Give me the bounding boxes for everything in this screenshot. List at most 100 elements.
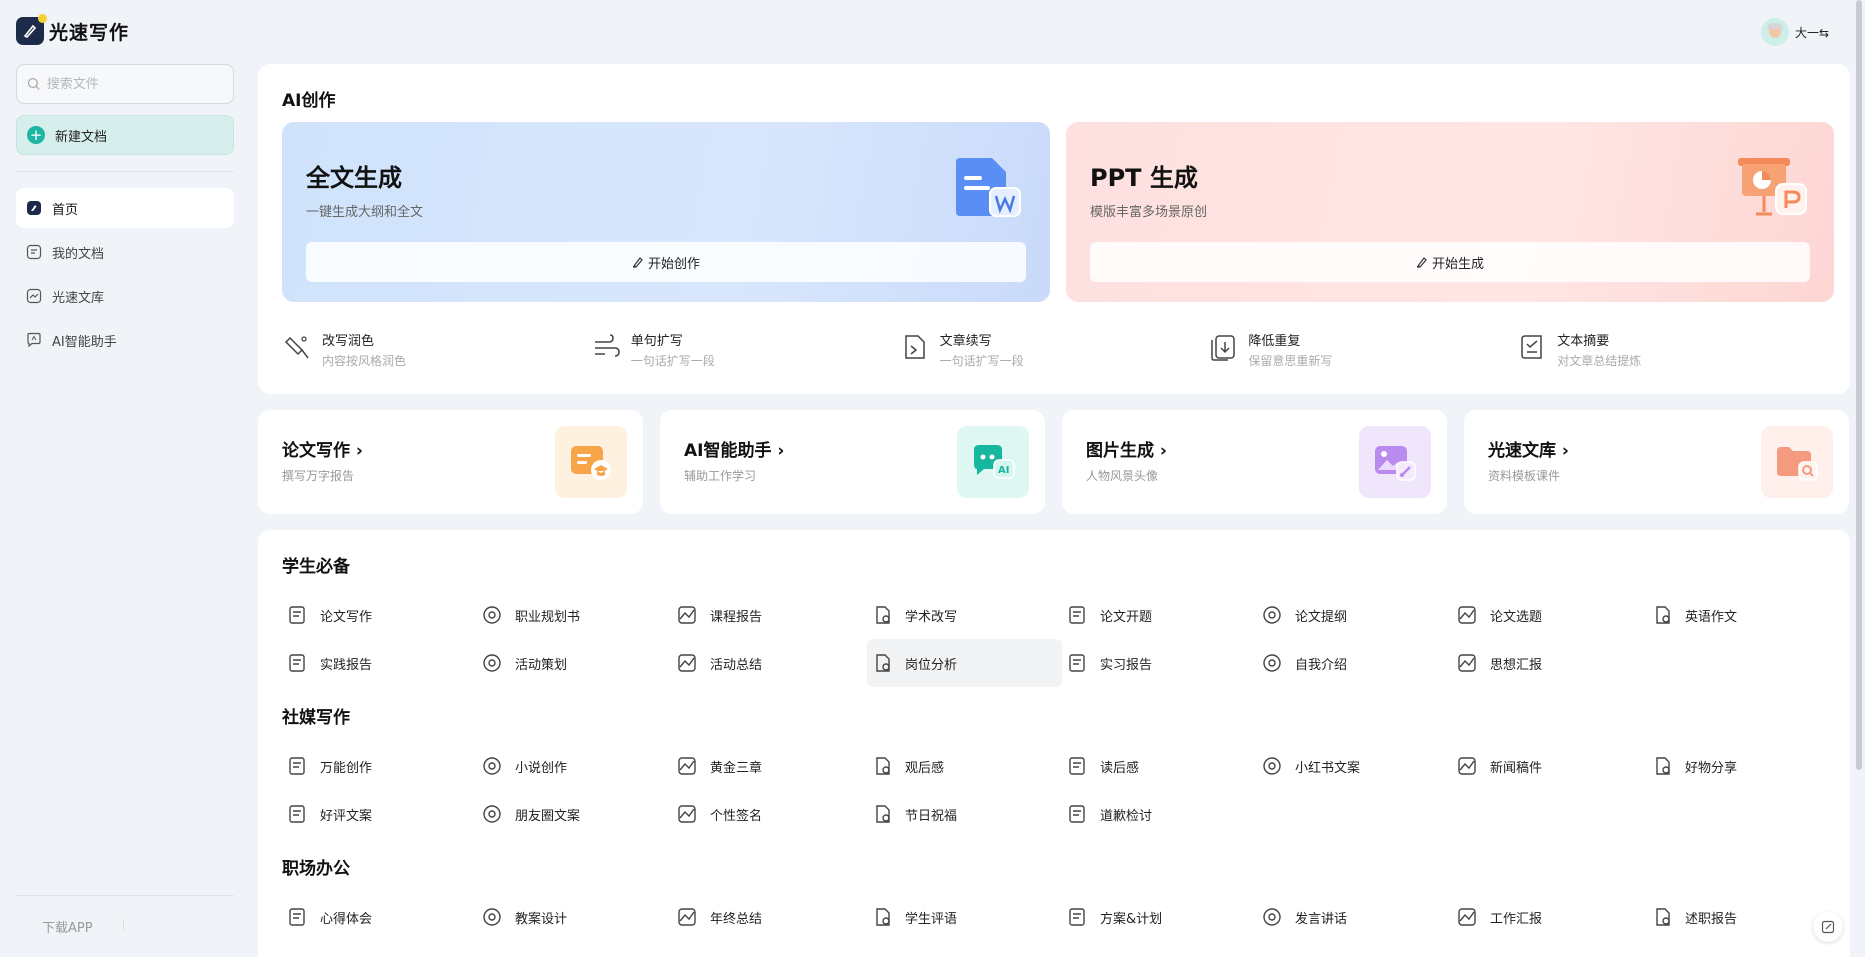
edit-icon <box>1821 920 1835 934</box>
template-icon <box>676 906 698 928</box>
template-icon <box>1261 604 1283 626</box>
start-generate-button[interactable]: 开始生成 <box>1090 242 1810 282</box>
ai-chat-icon <box>27 332 41 348</box>
search-icon <box>27 77 40 90</box>
template-item[interactable]: 英语作文 <box>1647 591 1842 639</box>
template-item[interactable]: 活动总结 <box>672 639 867 687</box>
template-item[interactable]: 好评文案 <box>282 790 477 838</box>
template-item[interactable]: 学术改写 <box>867 591 1062 639</box>
search-box[interactable] <box>16 64 234 104</box>
template-item[interactable]: 述职报告 <box>1647 893 1842 941</box>
page-scrollbar[interactable] <box>1855 0 1863 770</box>
template-label: 实习报告 <box>1100 657 1153 673</box>
tool-rewrite[interactable]: 改写润色 内容按风格润色 <box>282 330 591 369</box>
sidebar-item-home[interactable]: 首页 <box>16 188 234 228</box>
library-icon <box>26 288 42 304</box>
template-label: 论文开题 <box>1100 609 1153 625</box>
app-name: 光速写作 <box>49 21 130 44</box>
doc-icon <box>26 244 42 260</box>
search-input[interactable] <box>46 76 223 92</box>
template-label: 学生评语 <box>905 911 958 927</box>
sidebar-item-my-docs[interactable]: 我的文档 <box>16 232 234 272</box>
feature-card-ai-assistant[interactable]: AI智能助手 › 辅助工作学习 AI <box>660 410 1045 514</box>
sidebar-item-ai-assistant[interactable]: AI智能助手 <box>16 320 234 360</box>
tool-reduce-duplication[interactable]: 降低重复 保留意思重新写 <box>1208 330 1517 369</box>
template-item[interactable]: 岗位分析 <box>867 639 1062 687</box>
template-item[interactable]: 好物分享 <box>1647 742 1842 790</box>
template-item[interactable]: 论文选题 <box>1452 591 1647 639</box>
tool-continue-writing[interactable]: 文章续写 一句话扩写一段 <box>900 330 1209 369</box>
section-title: 学生必备 <box>282 557 350 577</box>
template-item[interactable]: 学生评语 <box>867 893 1062 941</box>
template-item[interactable]: 年终总结 <box>672 893 867 941</box>
template-item[interactable]: 观后感 <box>867 742 1062 790</box>
user-menu[interactable]: 大一⇆ <box>1760 18 1829 46</box>
student-template-grid: 论文写作 职业规划书 课程报告 学术改写 论文开题 论文提纲 论文选题 英语作文 实践报告 活动策… <box>282 591 1826 687</box>
template-icon <box>481 604 503 626</box>
template-item[interactable]: 个性签名 <box>672 790 867 838</box>
template-item[interactable]: 读后感 <box>1062 742 1257 790</box>
template-item[interactable]: 课程报告 <box>672 591 867 639</box>
pen-icon <box>1416 257 1427 268</box>
ppt-generate-card[interactable]: PPT 生成 模版丰富多场景原创 开始生成 <box>1066 122 1834 302</box>
template-item[interactable]: 道歉检讨 <box>1062 790 1257 838</box>
template-item[interactable]: 小红书文案 <box>1257 742 1452 790</box>
start-create-button[interactable]: 开始创作 <box>306 242 1026 282</box>
template-item[interactable]: 实习报告 <box>1062 639 1257 687</box>
template-label: 岗位分析 <box>905 657 958 673</box>
download-app-link[interactable]: 下载APP <box>42 917 93 936</box>
tool-name: 文本摘要 <box>1557 334 1610 349</box>
template-icon <box>481 906 503 928</box>
app-logo[interactable]: 光速写作 <box>16 14 234 48</box>
template-icon <box>1261 906 1283 928</box>
template-item[interactable]: 小说创作 <box>477 742 672 790</box>
template-item[interactable]: 心得体会 <box>282 893 477 941</box>
template-label: 实践报告 <box>320 657 373 673</box>
template-label: 读后感 <box>1100 760 1140 776</box>
template-item[interactable]: 论文提纲 <box>1257 591 1452 639</box>
template-label: 小说创作 <box>515 760 568 776</box>
template-label: 年终总结 <box>710 911 763 927</box>
template-icon <box>871 906 893 928</box>
template-item[interactable]: 教案设计 <box>477 893 672 941</box>
new-document-button[interactable]: + 新建文档 <box>16 115 234 155</box>
template-icon <box>286 604 308 626</box>
feature-card-library[interactable]: 光速文库 › 资料模板课件 <box>1464 410 1849 514</box>
template-item[interactable]: 发言讲话 <box>1257 893 1452 941</box>
feature-card-thesis[interactable]: 论文写作 › 撰写万字报告 <box>258 410 643 514</box>
template-item[interactable]: 实践报告 <box>282 639 477 687</box>
template-item[interactable]: 思想汇报 <box>1452 639 1647 687</box>
template-item[interactable]: 节日祝福 <box>867 790 1062 838</box>
divider <box>16 171 234 172</box>
template-item[interactable]: 新闻稿件 <box>1452 742 1647 790</box>
template-icon <box>481 652 503 674</box>
template-item[interactable]: 论文写作 <box>282 591 477 639</box>
template-item[interactable]: 论文开题 <box>1062 591 1257 639</box>
template-label: 好物分享 <box>1685 760 1738 776</box>
template-item[interactable]: 活动策划 <box>477 639 672 687</box>
template-label: 论文写作 <box>320 609 373 625</box>
template-item[interactable]: 自我介绍 <box>1257 639 1452 687</box>
tool-expand-sentence[interactable]: 单句扩写 一句话扩写一段 <box>591 330 900 369</box>
floating-edit-button[interactable] <box>1813 912 1843 942</box>
tool-summary[interactable]: 文本摘要对文章总结提炼 <box>1517 330 1826 369</box>
section-title: 社媒写作 <box>282 708 350 728</box>
template-item[interactable]: 朋友圈文案 <box>477 790 672 838</box>
sidebar-item-label: AI智能助手 <box>52 334 117 350</box>
tool-desc: 对文章总结提炼 <box>1557 354 1642 368</box>
divider <box>16 895 234 896</box>
template-item[interactable]: 万能创作 <box>282 742 477 790</box>
template-item[interactable]: 黄金三章 <box>672 742 867 790</box>
button-label: 开始生成 <box>1431 256 1484 272</box>
template-item[interactable]: 职业规划书 <box>477 591 672 639</box>
template-item[interactable]: 方案&计划 <box>1062 893 1257 941</box>
sidebar-item-library[interactable]: 光速文库 <box>16 276 234 316</box>
feature-card-image-gen[interactable]: 图片生成 › 人物风景头像 <box>1062 410 1447 514</box>
sidebar-item-label: 我的文档 <box>52 246 105 262</box>
template-label: 论文选题 <box>1490 609 1543 625</box>
user-name: 大一⇆ <box>1794 25 1829 40</box>
template-item[interactable]: 工作汇报 <box>1452 893 1647 941</box>
template-label: 黄金三章 <box>710 760 763 776</box>
scrollbar-thumb[interactable] <box>1856 0 1862 770</box>
fulltext-generate-card[interactable]: 全文生成 一键生成大纲和全文 开始创作 <box>282 122 1050 302</box>
